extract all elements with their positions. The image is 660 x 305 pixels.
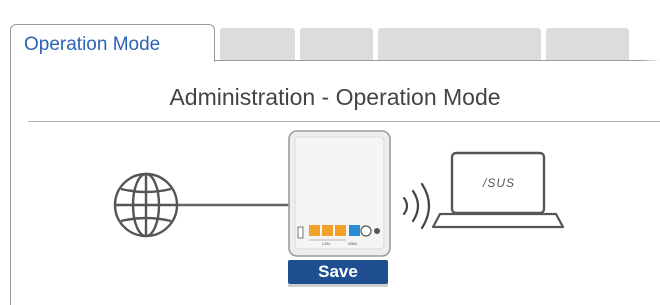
tab-operation-mode[interactable]: Operation Mode	[10, 24, 215, 62]
tab-strip-fade	[640, 20, 660, 65]
wifi-signal-icon	[402, 182, 431, 230]
tab-operation-mode-label: Operation Mode	[24, 34, 161, 55]
laptop-icon	[431, 151, 565, 229]
save-button[interactable]: Save	[288, 260, 388, 287]
laptop-brand-logo: /SUS	[483, 176, 516, 190]
router-icon: LAN WAN	[288, 130, 391, 257]
lan-port-label: LAN	[322, 241, 330, 246]
wan-port-label: WAN	[348, 241, 357, 246]
globe-icon	[113, 172, 179, 238]
